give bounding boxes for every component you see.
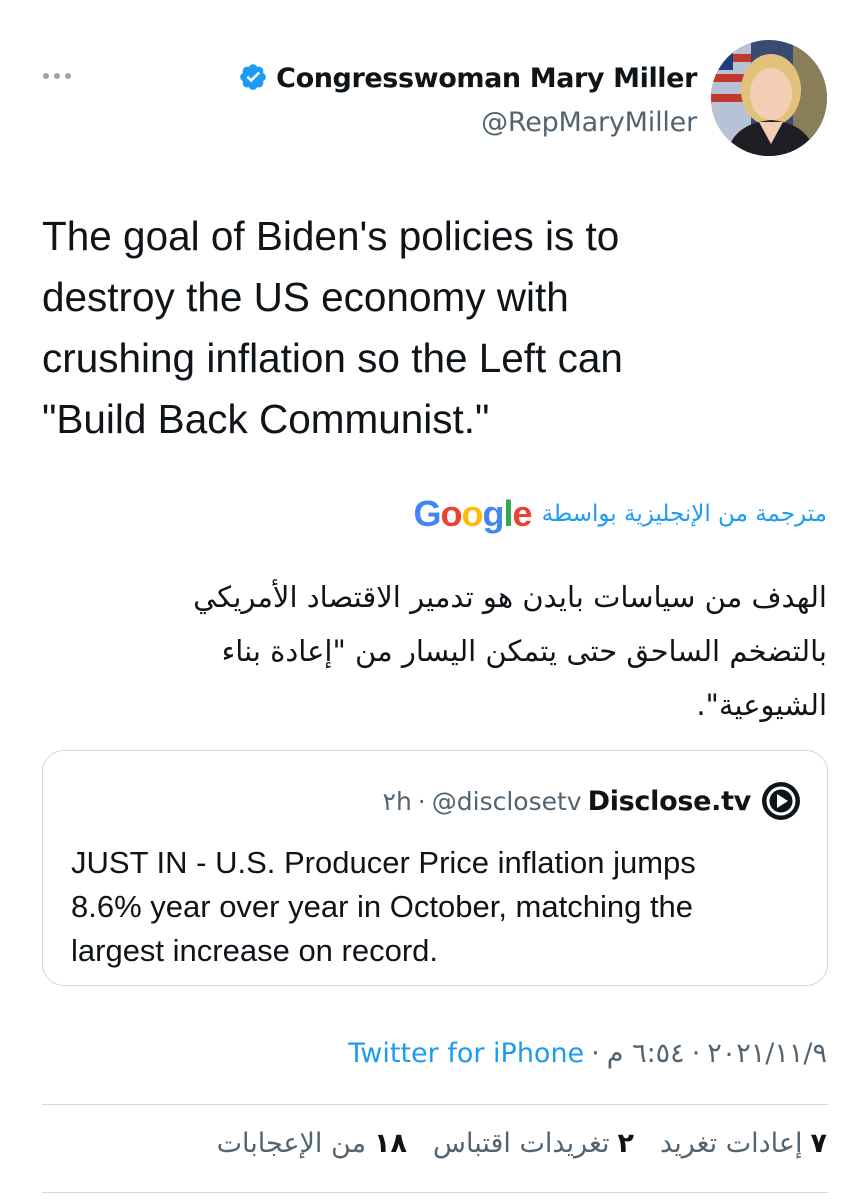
author-handle[interactable]: @RepMaryMiller xyxy=(481,107,697,138)
author-text: Congresswoman Mary Miller @RepMaryMiller xyxy=(238,59,697,138)
google-logo-letter: e xyxy=(512,493,533,534)
quoted-tweet-handle: @disclosetv xyxy=(431,786,582,816)
google-logo-letter: g xyxy=(482,493,505,534)
likes-stat[interactable]: ١٨ من الإعجابات xyxy=(217,1128,407,1159)
author-display-name[interactable]: Congresswoman Mary Miller xyxy=(276,63,697,94)
tweet-date[interactable]: ٢٠٢١/١١/٩ xyxy=(707,1038,827,1069)
more-dot xyxy=(43,73,49,79)
author-avatar[interactable] xyxy=(711,40,827,156)
tweet-source-link[interactable]: Twitter for iPhone xyxy=(348,1038,584,1069)
quoted-tweet-card[interactable]: ٢h · @disclosetv Disclose.tv JUST IN - U… xyxy=(42,750,828,986)
meta-separator: · xyxy=(591,1038,600,1069)
google-logo-letter: l xyxy=(503,493,514,534)
more-options-icon[interactable] xyxy=(38,62,76,90)
quoted-tweet-header: ٢h · @disclosetv Disclose.tv xyxy=(383,781,801,821)
quote-tweets-label: تغريدات اقتباس xyxy=(433,1128,610,1159)
tweet-author: Congresswoman Mary Miller @RepMaryMiller xyxy=(238,40,827,156)
google-logo-letter: o xyxy=(461,493,484,534)
quote-tweets-count: ٢ xyxy=(617,1128,635,1159)
google-logo-letter: o xyxy=(440,493,463,534)
tweet-text: The goal of Biden's policies is to destr… xyxy=(42,213,623,442)
quoted-tweet-text: JUST IN - U.S. Producer Price inflation … xyxy=(71,845,696,968)
verified-badge-icon xyxy=(238,62,268,96)
meta-separator: · xyxy=(691,1038,701,1069)
quote-tweets-stat[interactable]: ٢ تغريدات اقتباس xyxy=(433,1128,634,1159)
quoted-tweet-time: ٢h xyxy=(382,786,412,816)
more-dot xyxy=(65,73,71,79)
retweets-count: ٧ xyxy=(810,1128,827,1159)
divider xyxy=(42,1192,828,1193)
retweets-label: إعادات تغريد xyxy=(660,1128,803,1159)
google-logo: Google xyxy=(413,493,533,534)
more-dot xyxy=(54,73,60,79)
translated-text: الهدف من سياسات بايدن هو تدمير الاقتصاد … xyxy=(193,580,827,722)
author-name-row: Congresswoman Mary Miller xyxy=(238,59,697,99)
google-logo-letter: G xyxy=(413,493,442,534)
tweet-meta: ٢٠٢١/١١/٩ · ٦:٥٤ م · Twitter for iPhone xyxy=(348,1038,827,1069)
retweets-stat[interactable]: ٧ إعادات تغريد xyxy=(660,1128,827,1159)
likes-label: من الإعجابات xyxy=(216,1128,367,1159)
tweet-stats: ٧ إعادات تغريد ٢ تغريدات اقتباس ١٨ من ال… xyxy=(217,1128,827,1159)
translation-credit[interactable]: مترجمة من الإنجليزية بواسطة Google xyxy=(414,496,828,532)
tweet-time[interactable]: ٦:٥٤ م xyxy=(607,1038,685,1069)
quoted-tweet-author-name: Disclose.tv xyxy=(587,785,752,817)
divider xyxy=(42,1104,828,1105)
disclose-tv-logo-icon xyxy=(761,781,801,821)
translation-label: مترجمة من الإنجليزية بواسطة xyxy=(541,501,827,527)
quoted-tweet-separator: · xyxy=(417,786,426,816)
likes-count: ١٨ xyxy=(374,1128,408,1159)
